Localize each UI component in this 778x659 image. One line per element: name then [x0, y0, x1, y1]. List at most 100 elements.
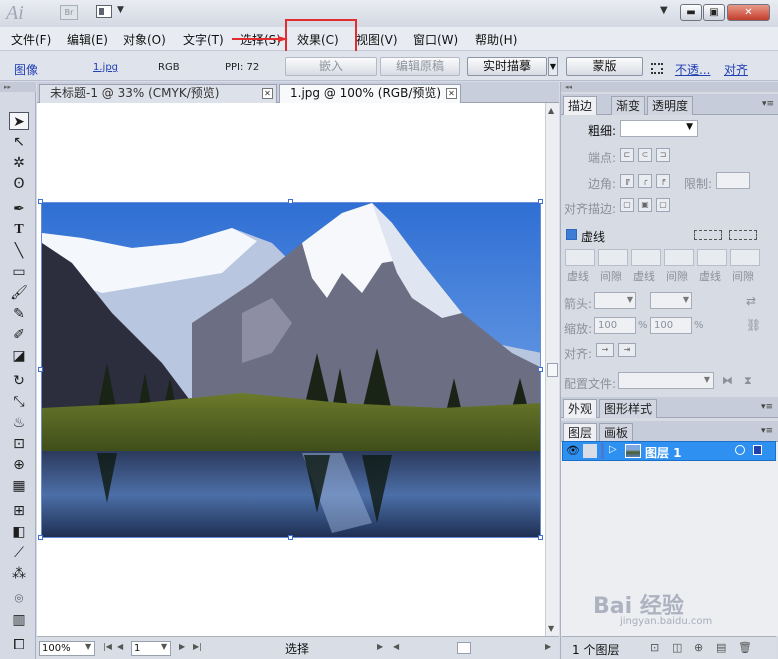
bounding-box-handle[interactable]	[38, 367, 43, 372]
type-tool-icon[interactable]: T	[9, 221, 29, 239]
gap-3-field[interactable]	[730, 249, 760, 266]
tab-layers[interactable]: 图层	[563, 423, 598, 442]
dash-preserve-icon[interactable]	[694, 230, 722, 240]
projecting-cap-icon[interactable]: ⊐	[656, 148, 670, 162]
blend-tool-icon[interactable]: ⁂	[9, 565, 29, 583]
miter-limit-field[interactable]	[716, 172, 750, 189]
scale-tool-icon[interactable]: ⤡	[9, 393, 29, 411]
scroll-down-icon[interactable]: ▼	[548, 624, 554, 633]
panel-menu-icon[interactable]: ▾≡	[761, 402, 773, 412]
vertical-scrollbar[interactable]: ▲ ▼	[545, 103, 559, 636]
locate-object-icon[interactable]: ⊡	[650, 641, 659, 654]
align-outside-icon[interactable]: ▢	[656, 198, 670, 212]
pencil-tool-icon[interactable]: ✎	[9, 305, 29, 323]
placed-image-mountain-lake[interactable]	[41, 202, 541, 538]
line-tool-icon[interactable]: ╲	[9, 242, 29, 260]
horizontal-scroll-thumb[interactable]	[457, 642, 471, 654]
perspective-grid-tool-icon[interactable]: ▦	[9, 477, 29, 495]
rotate-tool-icon[interactable]: ↻	[9, 372, 29, 390]
selection-indicator[interactable]	[753, 445, 762, 455]
chevron-down-icon[interactable]: ▼	[161, 642, 167, 651]
layer-name[interactable]: 图层 1	[645, 444, 682, 461]
start-scale-field[interactable]: 100	[594, 317, 636, 334]
end-scale-field[interactable]: 100	[650, 317, 692, 334]
artboard-tool-icon[interactable]: ⧠	[9, 636, 29, 654]
width-profile-select[interactable]: ▼	[618, 372, 714, 389]
swap-arrowheads-icon[interactable]: ⇄	[746, 294, 756, 308]
panel-grip-icon[interactable]: ◂◂	[561, 82, 778, 92]
lasso-tool-icon[interactable]: ʘ	[9, 175, 29, 193]
new-sublayer-icon[interactable]: ⊕	[694, 641, 703, 654]
menu-type[interactable]: 文字(T)	[183, 31, 224, 48]
tab-gradient[interactable]: 渐变	[611, 96, 646, 115]
scroll-up-icon[interactable]: ▲	[548, 106, 554, 115]
tab-artboards[interactable]: 画板	[599, 423, 634, 442]
warp-tool-icon[interactable]: ♨	[9, 414, 29, 432]
current-tool-status[interactable]: 选择	[285, 640, 309, 657]
live-trace-options-dropdown[interactable]: ▼	[548, 57, 558, 76]
bridge-button[interactable]: Br	[60, 5, 78, 20]
lock-toggle[interactable]	[583, 444, 597, 458]
transform-grid-icon[interactable]	[651, 63, 663, 74]
maximize-button[interactable]: ▣	[703, 4, 725, 21]
align-link[interactable]: 对齐	[724, 61, 748, 78]
eyedropper-tool-icon[interactable]: ⟋	[9, 544, 29, 562]
selection-tool-icon[interactable]: ➤	[9, 112, 29, 130]
bounding-box-handle[interactable]	[538, 199, 543, 204]
dashed-line-checkbox[interactable]	[566, 229, 577, 240]
bounding-box-handle[interactable]	[288, 199, 293, 204]
arrange-documents-icon[interactable]	[96, 5, 112, 18]
last-artboard-icon[interactable]: ▶|	[193, 642, 202, 651]
tab-1-jpg[interactable]: 1.jpg @ 100% (RGB/预览) ✕	[279, 84, 461, 103]
direct-selection-tool-icon[interactable]: ↖	[9, 133, 29, 151]
chevron-down-icon[interactable]: ▼	[85, 642, 91, 651]
mesh-tool-icon[interactable]: ⊞	[9, 502, 29, 520]
next-artboard-icon[interactable]: ▶	[179, 642, 185, 651]
embed-button[interactable]: 嵌入	[285, 57, 377, 76]
gap-1-field[interactable]	[598, 249, 628, 266]
eraser-tool-icon[interactable]: ◪	[9, 347, 29, 365]
tab-untitled-1[interactable]: 未标题-1 @ 33% (CMYK/预览) ✕	[39, 84, 277, 103]
close-tab-icon[interactable]: ✕	[446, 88, 457, 99]
bevel-join-icon[interactable]: ╒	[656, 174, 670, 188]
bounding-box-handle[interactable]	[288, 535, 293, 540]
stroke-weight-field[interactable]: ▼	[620, 120, 698, 137]
chevron-down-icon[interactable]: ▼	[117, 5, 124, 15]
align-inside-icon[interactable]: ▣	[638, 198, 652, 212]
previous-artboard-icon[interactable]: ◀	[117, 642, 123, 651]
start-arrowhead-select[interactable]: ▼	[594, 292, 636, 309]
menu-help[interactable]: 帮助(H)	[475, 31, 517, 48]
pen-tool-icon[interactable]: ✒	[9, 200, 29, 218]
status-menu-icon[interactable]: ▶	[377, 642, 383, 651]
arrow-extend-icon[interactable]: →	[596, 343, 614, 357]
bounding-box-handle[interactable]	[38, 535, 43, 540]
clipping-mask-icon[interactable]: ◫	[672, 641, 682, 654]
close-tab-icon[interactable]: ✕	[262, 88, 273, 99]
edit-original-button[interactable]: 编辑原稿	[380, 57, 460, 76]
target-icon[interactable]	[735, 445, 745, 455]
paintbrush-tool-icon[interactable]: 🖌	[9, 284, 29, 302]
shape-builder-tool-icon[interactable]: ⊕	[9, 456, 29, 474]
flip-along-icon[interactable]: ⧓	[722, 374, 733, 387]
align-center-icon[interactable]: ▢	[620, 198, 634, 212]
menu-view[interactable]: 视图(V)	[356, 31, 398, 48]
tab-stroke[interactable]: 描边	[563, 96, 598, 115]
expand-arrow-icon[interactable]: ▷	[609, 444, 617, 455]
new-layer-icon[interactable]: ▤	[716, 641, 726, 654]
dash-3-field[interactable]	[697, 249, 727, 266]
linked-file-link[interactable]: 1.jpg	[93, 62, 118, 73]
dash-align-icon[interactable]	[729, 230, 757, 240]
butt-cap-icon[interactable]: ⊏	[620, 148, 634, 162]
dash-2-field[interactable]	[631, 249, 661, 266]
tab-graphic-styles[interactable]: 图形样式	[599, 399, 658, 418]
arrow-place-icon[interactable]: ⇥	[618, 343, 636, 357]
end-arrowhead-select[interactable]: ▼	[650, 292, 692, 309]
round-cap-icon[interactable]: ⊂	[638, 148, 652, 162]
opacity-link[interactable]: 不透...	[675, 61, 710, 78]
panel-grip-icon[interactable]: ▸▸	[0, 82, 36, 92]
menu-file[interactable]: 文件(F)	[11, 31, 51, 48]
rectangle-tool-icon[interactable]: ▭	[9, 263, 29, 281]
live-trace-button[interactable]: 实时描摹	[467, 57, 547, 76]
blob-brush-tool-icon[interactable]: ✐	[9, 326, 29, 344]
bounding-box-handle[interactable]	[538, 535, 543, 540]
